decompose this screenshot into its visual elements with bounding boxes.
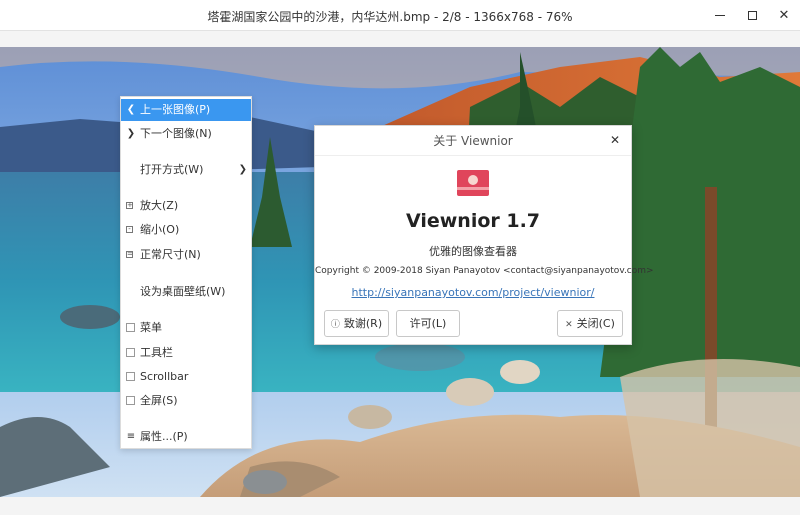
menu-item-set-wallpaper[interactable]: 设为桌面壁纸(W) — [121, 281, 251, 303]
minimize-icon — [715, 15, 725, 16]
checkbox-icon — [126, 396, 135, 405]
menu-item-label: 全屏(S) — [140, 394, 178, 407]
zoom-out-icon: - — [126, 226, 133, 233]
chevron-right-icon: ❯ — [126, 128, 136, 139]
dialog-title: 关于 Viewnior — [315, 126, 631, 156]
chevron-left-icon: ❮ — [126, 104, 136, 115]
menu-item-previous-image[interactable]: ❮ 上一张图像(P) — [121, 99, 251, 121]
checkbox-icon — [126, 372, 135, 381]
menu-item-label: 上一张图像(P) — [140, 103, 211, 116]
menu-item-normal-size[interactable]: = 正常尺寸(N) — [121, 244, 251, 266]
menu-item-label: 工具栏 — [140, 346, 173, 359]
menu-item-open-with[interactable]: 打开方式(W) ❯ — [121, 159, 251, 181]
menu-item-next-image[interactable]: ❯ 下一个图像(N) — [121, 123, 251, 145]
menu-item-fullscreen[interactable]: 全屏(S) — [121, 390, 251, 412]
about-dialog: 关于 Viewnior ✕ Viewnior 1.7 优雅的图像查看器 Copy… — [314, 125, 654, 345]
menu-item-label: Scrollbar — [140, 370, 189, 383]
copyright-text: Copyright © 2009-2018 Siyan Panayotov <c… — [315, 266, 654, 276]
menu-item-label: 属性...(P) — [140, 430, 188, 443]
app-name: Viewnior 1.7 — [405, 210, 541, 232]
close-window-button[interactable]: ✕ — [771, 5, 797, 27]
maximize-icon — [747, 11, 757, 20]
zoom-in-icon: + — [126, 201, 133, 209]
menu-item-label: 菜单 — [140, 321, 162, 334]
title-bar: 塔霍湖国家公园中的沙港，内华达州.bmp - 2/8 - 1366x768 - … — [0, 0, 800, 31]
website-link[interactable]: http://siyanpanayotov.com/project/viewni… — [315, 286, 631, 299]
close-icon: ✕ — [609, 133, 621, 147]
window-title: 塔霍湖国家公园中的沙港，内华达州.bmp - 2/8 - 1366x768 - … — [207, 10, 573, 24]
properties-icon: ≡ — [126, 431, 136, 442]
menu-item-label: 设为桌面壁纸(W) — [140, 285, 226, 298]
logo-sun — [468, 175, 478, 185]
menu-item-label: 缩小(O) — [140, 223, 180, 236]
dialog-close-button[interactable]: ✕ — [607, 132, 623, 148]
checkbox-icon — [126, 323, 135, 332]
close-button[interactable]: ✕ 关闭(C) — [557, 310, 623, 337]
license-button-label: 许可(L) — [409, 317, 447, 330]
image-viewer[interactable]: ❮ 上一张图像(P) ❯ 下一个图像(N) 打开方式(W) ❯ + 放大(Z) … — [0, 31, 800, 515]
menu-item-scrollbar[interactable]: Scrollbar — [121, 366, 251, 388]
menu-item-zoom-out[interactable]: - 缩小(O) — [121, 219, 251, 241]
credits-button[interactable]: ⓘ 致谢(R) — [324, 310, 389, 337]
menu-item-toolbar[interactable]: 工具栏 — [121, 342, 251, 364]
menu-item-properties[interactable]: ≡ 属性...(P) — [121, 426, 251, 448]
app-logo-icon — [457, 170, 489, 196]
menu-item-label: 放大(Z) — [140, 199, 179, 212]
credits-button-label: 致谢(R) — [343, 317, 383, 330]
app-description: 优雅的图像查看器 — [429, 245, 517, 258]
context-menu: ❮ 上一张图像(P) ❯ 下一个图像(N) 打开方式(W) ❯ + 放大(Z) … — [120, 96, 252, 449]
maximize-button[interactable] — [739, 5, 765, 27]
close-icon: ✕ — [565, 320, 573, 330]
close-button-label: 关闭(C) — [576, 317, 615, 330]
license-button[interactable]: 许可(L) — [396, 310, 460, 337]
menu-item-label: 打开方式(W) — [140, 163, 204, 176]
menu-item-label: 下一个图像(N) — [140, 127, 212, 140]
submenu-arrow-icon: ❯ — [238, 164, 247, 175]
minimize-button[interactable] — [707, 5, 733, 27]
menu-item-zoom-in[interactable]: + 放大(Z) — [121, 195, 251, 217]
logo-band — [457, 187, 489, 190]
menu-item-label: 正常尺寸(N) — [140, 248, 201, 261]
close-icon: ✕ — [778, 8, 790, 23]
menu-item-menubar[interactable]: 菜单 — [121, 317, 251, 339]
zoom-normal-icon: = — [126, 250, 133, 258]
info-icon: ⓘ — [330, 320, 340, 330]
checkbox-icon — [126, 348, 135, 357]
